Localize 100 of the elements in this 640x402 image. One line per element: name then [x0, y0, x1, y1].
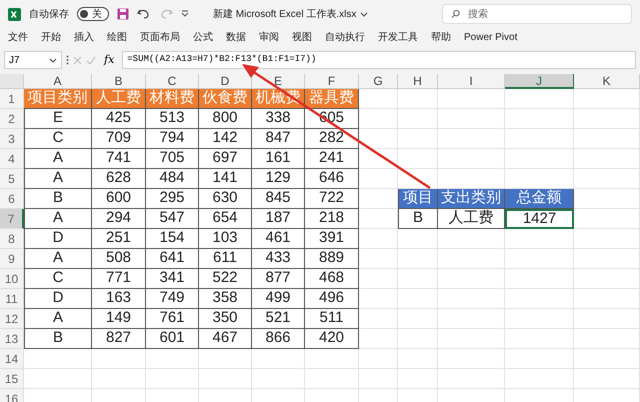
file-name[interactable]: 新建 Microsoft Excel 工作表.xlsx — [213, 6, 356, 22]
table-cell: 771 — [92, 269, 146, 289]
table-cell: 709 — [92, 129, 146, 149]
name-box[interactable]: J7 — [4, 51, 62, 69]
table-cell: 420 — [305, 329, 359, 349]
row-number[interactable]: 9 — [0, 249, 24, 269]
table-cell: 338 — [252, 109, 305, 129]
table-cell: 521 — [252, 309, 305, 329]
column-header[interactable]: G — [359, 74, 398, 89]
ribbon-tab[interactable]: Power Pivot — [464, 30, 518, 44]
table-cell: 866 — [252, 329, 305, 349]
row-number[interactable]: 12 — [0, 309, 24, 329]
row-number[interactable]: 2 — [0, 109, 24, 129]
row-number[interactable]: 8 — [0, 229, 24, 249]
autosave-label: 自动保存 — [29, 8, 69, 22]
column-header[interactable]: B — [92, 74, 146, 89]
save-icon[interactable] — [117, 8, 129, 20]
search-field[interactable]: 搜索 — [442, 4, 632, 24]
chevron-down-icon[interactable] — [49, 58, 57, 62]
ribbon-tab[interactable]: 页面布局 — [140, 30, 180, 44]
table-cell: A — [24, 309, 92, 329]
table-cell: 461 — [252, 229, 305, 249]
ribbon-tab[interactable]: 审阅 — [259, 30, 279, 44]
table-cell: 391 — [305, 229, 359, 249]
ribbon-tab[interactable]: 绘图 — [107, 30, 127, 44]
ribbon-tab[interactable]: 开始 — [41, 30, 61, 44]
table-cell: 741 — [92, 149, 146, 169]
table-cell: C — [24, 269, 92, 289]
more-icon[interactable] — [66, 55, 69, 65]
ribbon-tab[interactable]: 公式 — [193, 30, 213, 44]
row-number[interactable]: 15 — [0, 369, 24, 389]
table-cell: 646 — [305, 169, 359, 189]
table-cell: 1427 — [505, 209, 574, 229]
column-header[interactable]: C — [146, 74, 199, 89]
table-cell: 103 — [199, 229, 252, 249]
row-number[interactable]: 4 — [0, 149, 24, 169]
chevron-down-icon[interactable] — [360, 12, 368, 16]
table-cell: 468 — [305, 269, 359, 289]
table-cell: 350 — [199, 309, 252, 329]
table-cell: 827 — [92, 329, 146, 349]
search-input[interactable]: 搜索 — [468, 6, 623, 22]
row-number[interactable]: 3 — [0, 129, 24, 149]
customize-caret-icon[interactable] — [181, 10, 189, 18]
column-header[interactable]: A — [24, 74, 92, 89]
insert-function-button[interactable]: fx — [100, 52, 118, 68]
table-cell: 547 — [146, 209, 199, 229]
table-cell: 697 — [199, 149, 252, 169]
row-number[interactable]: 14 — [0, 349, 24, 369]
undo-icon[interactable] — [137, 8, 151, 20]
row-number[interactable]: 5 — [0, 169, 24, 189]
ribbon-tab[interactable]: 开发工具 — [378, 30, 418, 44]
table-cell: 142 — [199, 129, 252, 149]
column-header[interactable]: H — [398, 74, 438, 89]
table-cell: 154 — [146, 229, 199, 249]
header-cell: 人工费 — [92, 89, 146, 109]
table-cell: A — [24, 149, 92, 169]
table-cell: 600 — [92, 189, 146, 209]
table-cell: 人工费 — [438, 209, 505, 229]
header-cell: 材料费 — [146, 89, 199, 109]
table-cell: 295 — [146, 189, 199, 209]
table-cell: A — [24, 209, 92, 229]
table-cell: 496 — [305, 289, 359, 309]
table-cell: D — [24, 289, 92, 309]
ribbon-tab[interactable]: 数据 — [226, 30, 246, 44]
ribbon-tab[interactable]: 文件 — [8, 30, 28, 44]
row-number[interactable]: 6 — [0, 189, 24, 209]
row-number[interactable]: 1 — [0, 89, 24, 109]
table-cell: B — [398, 209, 438, 229]
column-header[interactable]: I — [438, 74, 505, 89]
column-header[interactable]: E — [252, 74, 305, 89]
row-number[interactable]: 13 — [0, 329, 24, 349]
autosave-toggle[interactable]: 关 — [77, 7, 109, 21]
table-cell: B — [24, 189, 92, 209]
ribbon-tab[interactable]: 帮助 — [431, 30, 451, 44]
table-cell: 889 — [305, 249, 359, 269]
table-cell: 294 — [92, 209, 146, 229]
column-header[interactable]: F — [305, 74, 359, 89]
table-cell: 761 — [146, 309, 199, 329]
column-header[interactable]: D — [199, 74, 252, 89]
ribbon-tab[interactable]: 自动执行 — [325, 30, 365, 44]
column-header[interactable]: J — [505, 74, 574, 89]
table-cell: 484 — [146, 169, 199, 189]
column-header[interactable]: K — [574, 74, 640, 89]
row-number[interactable]: 11 — [0, 289, 24, 309]
ribbon-tab[interactable]: 插入 — [74, 30, 94, 44]
row-number[interactable]: 10 — [0, 269, 24, 289]
table-cell: 341 — [146, 269, 199, 289]
table-cell: 149 — [92, 309, 146, 329]
table-cell: A — [24, 249, 92, 269]
ribbon-tab[interactable]: 视图 — [292, 30, 312, 44]
table-cell: 425 — [92, 109, 146, 129]
table-cell: 433 — [252, 249, 305, 269]
header-cell: 支出类别 — [438, 189, 505, 209]
table-cell: 628 — [92, 169, 146, 189]
table-cell: 163 — [92, 289, 146, 309]
table-cell: 129 — [252, 169, 305, 189]
formula-field[interactable]: =SUM((A2:A13=H7)*B2:F13*(B1:F1=I7)) — [122, 51, 636, 69]
row-number[interactable]: 7 — [0, 209, 24, 229]
table-cell: 508 — [92, 249, 146, 269]
table-cell: 499 — [252, 289, 305, 309]
